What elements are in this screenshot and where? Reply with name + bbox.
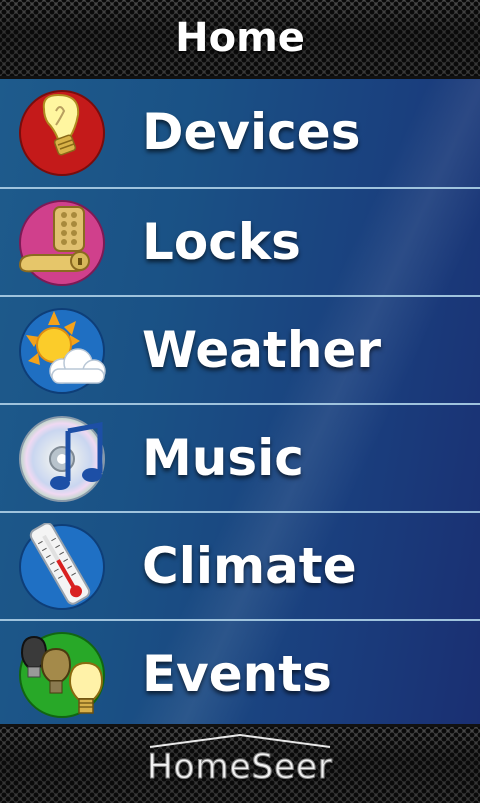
bulbs-icon: [14, 631, 110, 719]
sun-cloud-icon: [14, 307, 110, 395]
page-title: Home: [175, 15, 305, 61]
menu-item-events[interactable]: Events: [0, 619, 480, 729]
main-menu: Devices Locks Weather Music Climate Even…: [0, 79, 480, 724]
door-lock-icon: [14, 199, 110, 287]
menu-item-label: Music: [142, 429, 304, 487]
logo-text: HomeSeer: [147, 747, 333, 788]
menu-item-climate[interactable]: Climate: [0, 511, 480, 621]
homeseer-logo: HomeSeer: [0, 745, 480, 789]
music-cd-icon: [14, 415, 110, 503]
menu-item-label: Devices: [142, 103, 361, 161]
menu-item-locks[interactable]: Locks: [0, 187, 480, 297]
title-bar: Home: [0, 0, 480, 79]
thermometer-icon: [14, 523, 110, 611]
menu-item-label: Weather: [142, 321, 382, 379]
menu-item-weather[interactable]: Weather: [0, 295, 480, 405]
menu-item-label: Locks: [142, 213, 301, 271]
menu-item-devices[interactable]: Devices: [0, 79, 480, 187]
menu-item-music[interactable]: Music: [0, 403, 480, 513]
footer-bar: HomeSeer: [0, 724, 480, 803]
menu-item-label: Events: [142, 645, 332, 703]
menu-item-label: Climate: [142, 537, 357, 595]
lightbulb-icon: [14, 89, 110, 177]
